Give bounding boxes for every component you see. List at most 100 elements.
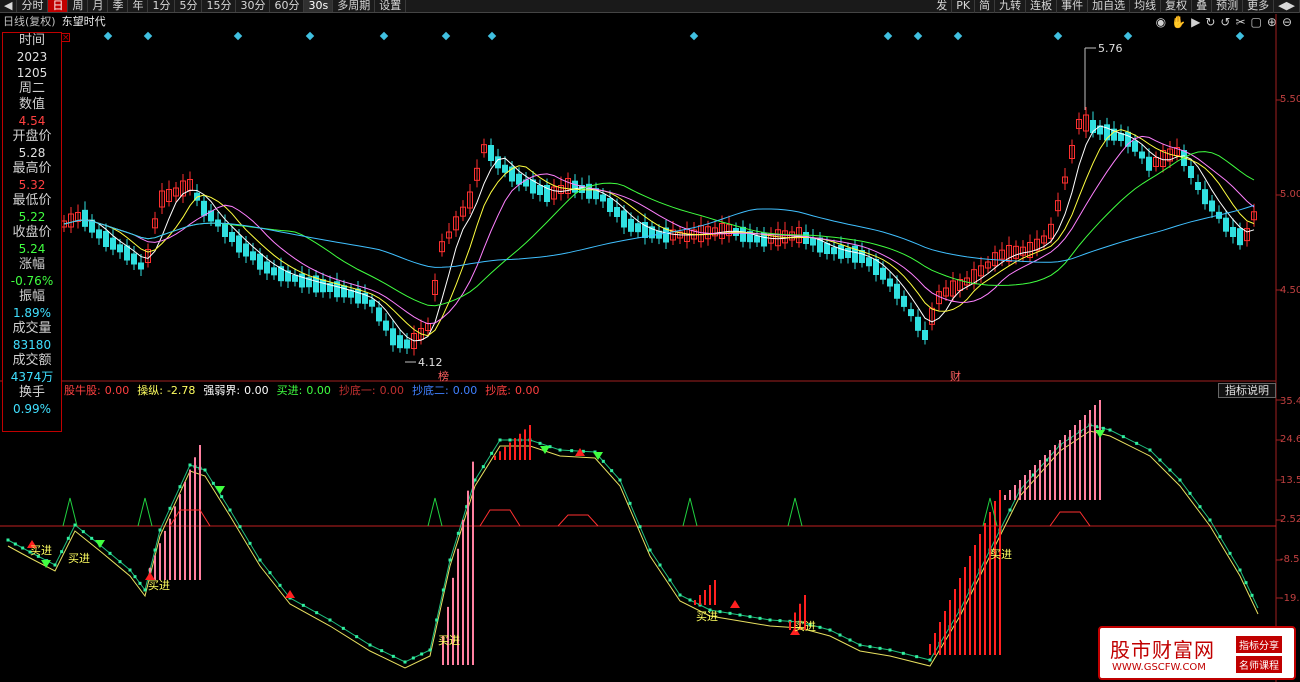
indicator-dot [538,441,542,445]
info-value: -0.76% [10,274,54,288]
indicator-dot [203,468,207,472]
candle-body [866,257,872,267]
info-label: 振幅 [18,289,45,304]
indicator-dot [728,611,732,615]
candle-body [229,232,235,242]
candle-body [103,231,109,247]
indicator-dot [508,438,512,442]
info-label: 周二 [18,81,45,96]
legend-value: 0.00 [306,384,331,397]
event-marker [487,31,497,41]
indicator-dot [138,581,142,585]
candle-body [397,335,403,349]
legend-name: 买进: [276,384,303,397]
legend-item: 抄底: 0.00 [485,384,543,397]
indicator-dot [341,626,345,630]
info-label: 收盘价 [12,225,52,240]
indicator-dot [391,654,395,658]
candle-body [131,253,137,265]
candle-body [810,237,816,246]
event-marker [233,31,243,41]
indicator-dot [915,655,919,659]
indicator-dot [13,542,17,546]
candle-body [1146,156,1152,171]
indicator-dot [688,598,692,602]
legend-value: 0.00 [515,384,540,397]
info-label: 成交额 [12,353,52,368]
candle-body [621,210,627,228]
indicator-dot [638,525,642,529]
candle-body [607,198,613,212]
indicator-dot [158,528,162,532]
watermark-url: WWW.GSCFW.COM [1112,662,1206,673]
candle-body [292,274,298,282]
candle-body [404,339,410,349]
event-tag-bang[interactable]: 榜 [438,368,449,384]
candle-body [271,267,277,276]
watermark-tag: 指标分享 [1236,636,1282,653]
candle-body [845,248,851,258]
info-value: 4.54 [18,114,46,128]
watermark-title: 股市财富网 [1110,638,1215,662]
candle-body [1209,200,1215,212]
candle-body [341,285,347,298]
event-marker [1235,31,1245,41]
indicator-dot [220,495,224,499]
candle-body [502,164,508,173]
indicator-dot [420,652,424,656]
signal-triangle [62,497,78,527]
candle-body [754,235,760,243]
indicator-dot [81,530,85,534]
candle-body [236,235,242,253]
candle-body [894,283,900,299]
indicator-dot [828,628,832,632]
signal-triangle [787,497,803,527]
legend-item: 强弱界: 0.00 [203,384,272,397]
indicator-dot [1208,518,1212,522]
watermark-logo: 股市财富网 WWW.GSCFW.COM 指标分享 名师课程 [1098,626,1296,680]
event-marker [379,31,389,41]
event-marker [913,31,923,41]
close-icon[interactable]: × [61,33,70,43]
buy-signal-label: 买进 [148,579,170,592]
candle-body [831,247,837,255]
indicator-dot [490,451,494,455]
event-tag-cai[interactable]: 财 [950,368,961,384]
indicator-dot [1158,458,1162,462]
sell-arrow-icon [215,486,225,494]
event-marker [103,31,113,41]
kline-chart[interactable] [0,0,1300,682]
info-value: 1.89% [12,306,52,320]
legend-value: -2.78 [166,384,196,397]
indicator-dot [570,449,574,453]
candle-body [803,232,809,244]
event-marker [1123,31,1133,41]
indicator-dot [481,465,485,469]
candle-body [124,245,130,261]
indicator-dot [456,531,460,535]
indicator-dot [301,603,305,607]
indicator-dot [738,613,742,617]
indicator-dot [21,546,25,550]
buy-signal-label: 买进 [696,610,718,623]
indicator-dot [143,588,147,592]
candle-body [922,330,928,340]
info-value: 5.24 [18,242,46,256]
indicator-dot [1178,478,1182,482]
candle-body [117,244,123,253]
candle-body [110,237,116,250]
candle-body [516,173,522,185]
candle-body [635,223,641,233]
legend-name: 股牛股: [64,384,101,397]
candle-body [222,223,228,237]
indicator-dot [1228,551,1232,555]
info-label: 时间 [18,33,45,48]
signal-trapezoid [557,514,599,527]
indicator-help-button[interactable]: 指标说明 [1218,383,1276,398]
legend-value: 0.00 [379,384,405,397]
indicator-tick: 24.6 [1280,434,1300,445]
indicator-dot [848,638,852,642]
candle-body [600,194,606,202]
price-tick: 4.50 [1280,285,1300,296]
indicator-dot [53,563,57,567]
